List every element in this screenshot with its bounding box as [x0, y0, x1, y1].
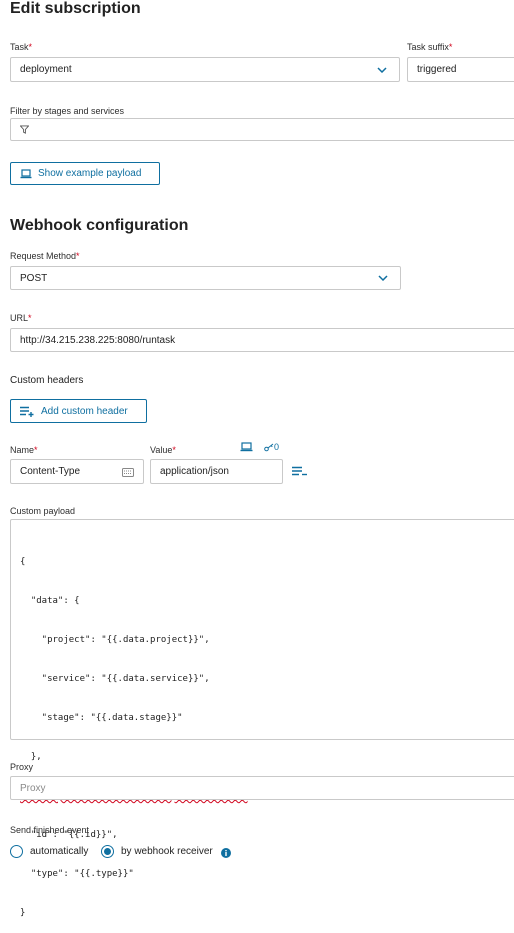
header-name-label: Name*	[10, 445, 38, 455]
keyboard-icon	[122, 468, 134, 477]
custom-headers-title: Custom headers	[10, 375, 84, 386]
radio-automatically-label[interactable]: automatically	[30, 846, 88, 857]
task-suffix-input[interactable]: triggered	[407, 57, 514, 82]
add-list-icon	[20, 406, 34, 417]
task-suffix-value: triggered	[417, 64, 457, 75]
show-example-payload-label: Show example payload	[38, 168, 142, 179]
laptop-icon	[20, 168, 32, 178]
payload-line: },	[20, 752, 42, 762]
filter-label: Filter by stages and services	[10, 106, 125, 116]
page-title: Edit subscription	[10, 0, 141, 17]
task-select-value: deployment	[20, 64, 72, 75]
add-custom-header-label: Add custom header	[41, 405, 128, 417]
filter-input[interactable]	[10, 118, 514, 141]
header-value-value: application/json	[160, 466, 229, 477]
payload-line: }	[20, 908, 26, 918]
radio-by-webhook-receiver[interactable]	[101, 845, 114, 858]
payload-line: "id": "{{.id}}",	[20, 830, 118, 840]
payload-line: "project": "{{.data.project}}",	[20, 635, 210, 645]
radio-by-webhook-receiver-label[interactable]: by webhook receiver	[121, 846, 213, 857]
show-example-payload-button[interactable]: Show example payload	[10, 162, 160, 185]
task-label: Task*	[10, 42, 33, 52]
method-select-value: POST	[20, 272, 48, 284]
header-name-input[interactable]: Content-Type	[10, 459, 144, 484]
task-select[interactable]: deployment	[10, 57, 400, 82]
radio-automatically[interactable]	[10, 845, 23, 858]
payload-line: {	[20, 557, 26, 567]
webhook-section-title: Webhook configuration	[10, 217, 189, 234]
payload-line: "service": "{{.data.service}}",	[20, 674, 210, 684]
proxy-label: Proxy	[10, 762, 34, 772]
payload-line: "data": {	[20, 596, 80, 606]
task-suffix-label: Task suffix*	[407, 42, 453, 52]
chevron-down-icon	[378, 275, 388, 281]
secret-count: 0	[274, 442, 280, 452]
proxy-input[interactable]: Proxy	[10, 776, 514, 800]
secrets-button[interactable]: 0	[264, 442, 279, 452]
method-label: Request Method*	[10, 251, 80, 261]
method-select[interactable]: POST	[10, 266, 401, 290]
url-input[interactable]: http://34.215.238.225:8080/runtask	[10, 328, 514, 352]
filter-icon	[20, 125, 29, 134]
key-icon	[264, 443, 274, 451]
url-value: http://34.215.238.225:8080/runtask	[20, 334, 176, 346]
send-finished-label: Send finished event	[10, 825, 90, 835]
payload-line: "stage": "{{.data.stage}}"	[20, 713, 183, 723]
remove-header-icon[interactable]	[292, 466, 308, 477]
custom-payload-editor[interactable]: { "data": { "project": "{{.data.project}…	[10, 519, 514, 918]
custom-payload-label: Custom payload	[10, 506, 76, 516]
payload-line: "type": "{{.type}}"	[20, 869, 134, 879]
info-icon[interactable]	[221, 848, 231, 858]
url-label: URL*	[10, 313, 32, 323]
chevron-down-icon	[377, 66, 387, 73]
header-value-label: Value*	[150, 445, 176, 455]
laptop-icon[interactable]	[240, 442, 253, 453]
header-value-input[interactable]: application/json	[150, 459, 283, 484]
add-custom-header-button[interactable]: Add custom header	[10, 399, 147, 423]
proxy-placeholder: Proxy	[20, 782, 46, 794]
header-name-value: Content-Type	[20, 466, 81, 477]
